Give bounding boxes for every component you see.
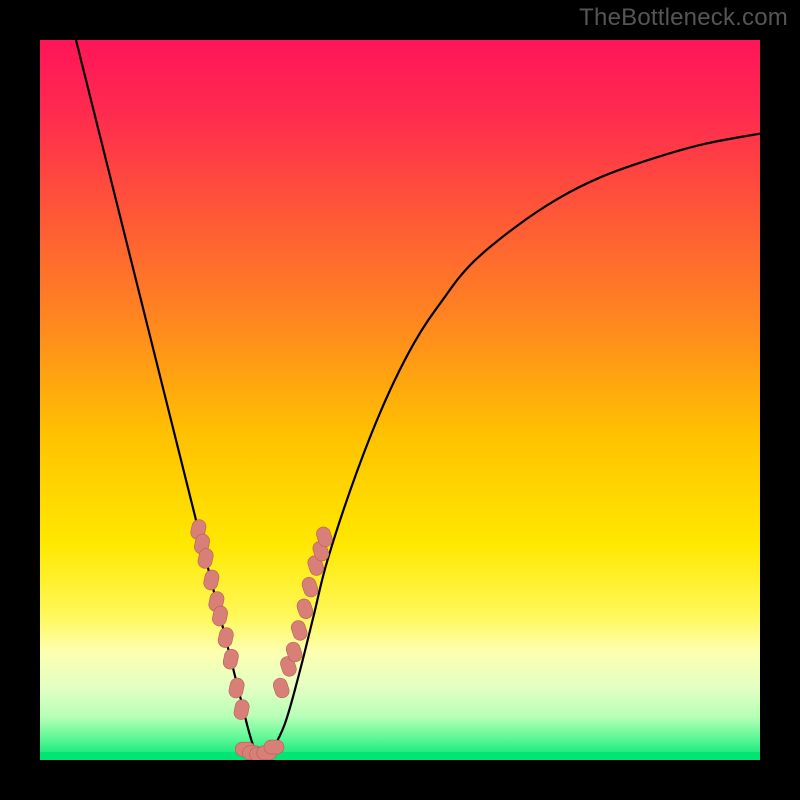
data-marker [271,676,290,699]
chart-frame: TheBottleneck.com [0,0,800,800]
data-marker [264,740,284,754]
curve-layer [40,40,760,760]
data-marker [233,698,251,720]
data-marker [222,648,240,670]
data-marker [300,576,319,599]
bottleneck-curve [76,40,760,760]
data-markers [189,518,334,760]
data-marker [217,626,235,648]
data-marker [289,619,308,642]
data-marker [202,569,220,591]
watermark-text: TheBottleneck.com [579,4,788,32]
data-marker [228,677,246,699]
data-marker [295,597,314,620]
plot-area [40,40,760,760]
